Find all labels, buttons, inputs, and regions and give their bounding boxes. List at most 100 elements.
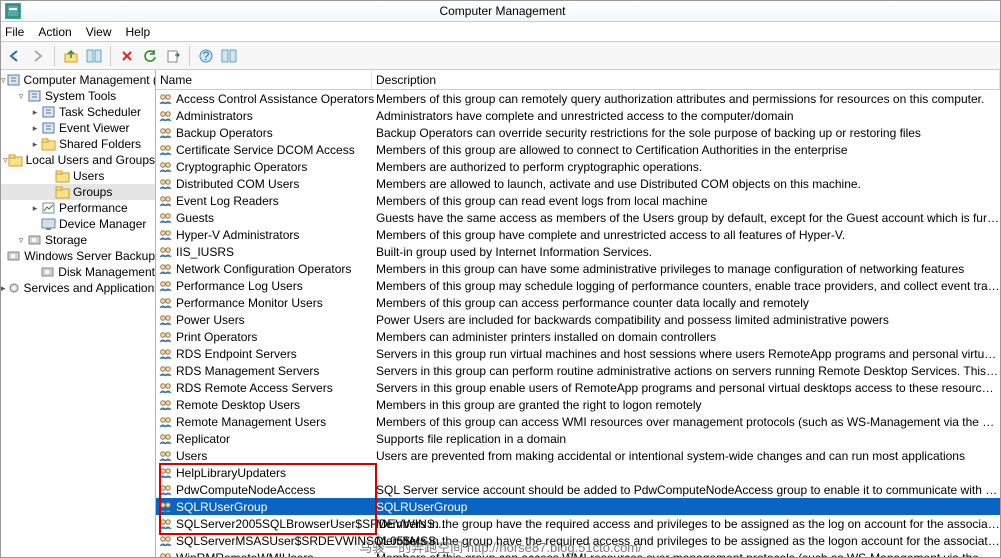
group-row[interactable]: Access Control Assistance OperatorsMembe… [156, 90, 1000, 107]
expander-icon[interactable]: ▿ [15, 91, 27, 102]
group-row[interactable]: PdwComputeNodeAccessSQL Server service a… [156, 481, 1000, 498]
group-icon [158, 210, 174, 226]
tree-shared-folders[interactable]: ▸ Shared Folders [1, 136, 155, 152]
menu-view[interactable]: View [86, 25, 112, 39]
delete-button[interactable] [117, 46, 137, 66]
expander-icon[interactable]: ▸ [29, 139, 41, 150]
group-row[interactable]: Hyper-V AdministratorsMembers of this gr… [156, 226, 1000, 243]
show-hide-button[interactable] [84, 46, 104, 66]
expander-icon[interactable]: ▸ [29, 203, 41, 214]
group-name: PdwComputeNodeAccess [176, 483, 315, 497]
group-row[interactable]: ReplicatorSupports file replication in a… [156, 430, 1000, 447]
group-row[interactable]: Print OperatorsMembers can administer pr… [156, 328, 1000, 345]
tree-device-manager[interactable]: Device Manager [1, 216, 155, 232]
tree-services-applications[interactable]: ▸Services and Applications [1, 280, 155, 296]
menubar: File Action View Help [1, 22, 1000, 42]
group-icon [158, 244, 174, 260]
column-name[interactable]: Name [156, 70, 372, 89]
export-button[interactable] [163, 46, 183, 66]
group-row[interactable]: Performance Monitor UsersMembers of this… [156, 294, 1000, 311]
group-icon [158, 499, 174, 515]
node-label: Local Users and Groups [26, 153, 155, 167]
group-name: WinRMRemoteWMIUsers__ [176, 551, 327, 558]
tree-root-node[interactable]: ▿Computer Management (Local [1, 72, 155, 88]
tree-groups-folder[interactable]: Groups [1, 184, 155, 200]
group-row[interactable]: UsersUsers are prevented from making acc… [156, 447, 1000, 464]
group-row[interactable]: Remote Management UsersMembers of this g… [156, 413, 1000, 430]
node-icon [41, 120, 57, 136]
node-icon [55, 168, 71, 184]
group-row[interactable]: Backup OperatorsBackup Operators can ove… [156, 124, 1000, 141]
group-row[interactable]: SQLServer2005SQLBrowserUser$SRDEVWINS...… [156, 515, 1000, 532]
group-description: Members of this group may schedule loggi… [372, 279, 1000, 293]
group-name: RDS Endpoint Servers [176, 347, 297, 361]
group-name: Hyper-V Administrators [176, 228, 299, 242]
up-folder-button[interactable] [61, 46, 81, 66]
group-description: Members of this group can access WMI res… [372, 551, 1000, 558]
node-icon [6, 280, 22, 296]
window-title: Computer Management [25, 4, 980, 18]
node-icon [6, 72, 22, 88]
tree-event-viewer[interactable]: ▸Event Viewer [1, 120, 155, 136]
tree-local-users-groups[interactable]: ▿Local Users and Groups [1, 152, 155, 168]
group-icon [158, 397, 174, 413]
group-name: Network Configuration Operators [176, 262, 351, 276]
group-row[interactable]: RDS Endpoint ServersServers in this grou… [156, 345, 1000, 362]
group-row[interactable]: Cryptographic OperatorsMembers are autho… [156, 158, 1000, 175]
node-label: Windows Server Backup [24, 249, 155, 263]
node-label: Device Manager [59, 217, 146, 231]
group-description: Members in this group are granted the ri… [372, 398, 1000, 412]
help-button[interactable]: ? [196, 46, 216, 66]
tree-task-scheduler[interactable]: ▸Task Scheduler [1, 104, 155, 120]
tree-storage[interactable]: ▿Storage [1, 232, 155, 248]
group-name: HelpLibraryUpdaters [176, 466, 286, 480]
group-row[interactable]: Certificate Service DCOM AccessMembers o… [156, 141, 1000, 158]
expander-icon[interactable]: ▸ [29, 107, 41, 118]
group-name: Users [176, 449, 207, 463]
group-row[interactable]: WinRMRemoteWMIUsers__ Members of this gro… [156, 549, 1000, 557]
group-row[interactable]: Remote Desktop UsersMembers in this grou… [156, 396, 1000, 413]
tree-disk-management[interactable]: Disk Management [1, 264, 155, 280]
tree-windows-server-backup[interactable]: Windows Server Backup [1, 248, 155, 264]
group-row[interactable]: Power UsersPower Users are included for … [156, 311, 1000, 328]
tree-users-folder[interactable]: Users [1, 168, 155, 184]
menu-file[interactable]: File [5, 25, 24, 39]
group-name: IIS_IUSRS [176, 245, 234, 259]
node-icon [40, 264, 56, 280]
group-row[interactable]: IIS_IUSRSBuilt-in group used by Internet… [156, 243, 1000, 260]
group-name: Remote Management Users [176, 415, 326, 429]
properties-button[interactable] [219, 46, 239, 66]
group-row[interactable]: SQLServerMSASUser$SRDEVWINSQL05$MSS...Me… [156, 532, 1000, 549]
node-label: Disk Management [58, 265, 155, 279]
console-tree[interactable]: ▿Computer Management (Local▿System Tools… [1, 70, 156, 557]
tree-system-tools[interactable]: ▿System Tools [1, 88, 155, 104]
group-name: Certificate Service DCOM Access [176, 143, 355, 157]
column-description[interactable]: Description [372, 70, 1000, 89]
node-icon [8, 152, 24, 168]
group-row[interactable]: GuestsGuests have the same access as mem… [156, 209, 1000, 226]
group-description: Members of this group can read event log… [372, 194, 1000, 208]
group-row[interactable]: Distributed COM UsersMembers are allowed… [156, 175, 1000, 192]
tree-performance[interactable]: ▸Performance [1, 200, 155, 216]
expander-icon[interactable]: ▿ [15, 235, 27, 246]
menu-help[interactable]: Help [126, 25, 151, 39]
group-icon [158, 125, 174, 141]
refresh-button[interactable] [140, 46, 160, 66]
group-row[interactable]: AdministratorsAdministrators have comple… [156, 107, 1000, 124]
node-label: Shared Folders [59, 137, 141, 151]
back-button[interactable] [5, 46, 25, 66]
group-row[interactable]: RDS Remote Access ServersServers in this… [156, 379, 1000, 396]
group-row[interactable]: HelpLibraryUpdaters [156, 464, 1000, 481]
forward-button[interactable] [28, 46, 48, 66]
group-row[interactable]: SQLRUserGroupSQLRUserGroup [156, 498, 1000, 515]
group-row[interactable]: Event Log ReadersMembers of this group c… [156, 192, 1000, 209]
expander-icon[interactable]: ▸ [29, 123, 41, 134]
menu-action[interactable]: Action [38, 25, 71, 39]
group-description: Administrators have complete and unrestr… [372, 109, 1000, 123]
group-icon [158, 550, 174, 558]
node-label: Users [73, 169, 104, 183]
details-pane: Name Description Access Control Assistan… [156, 70, 1000, 557]
group-row[interactable]: Performance Log UsersMembers of this gro… [156, 277, 1000, 294]
group-row[interactable]: RDS Management ServersServers in this gr… [156, 362, 1000, 379]
group-row[interactable]: Network Configuration OperatorsMembers i… [156, 260, 1000, 277]
